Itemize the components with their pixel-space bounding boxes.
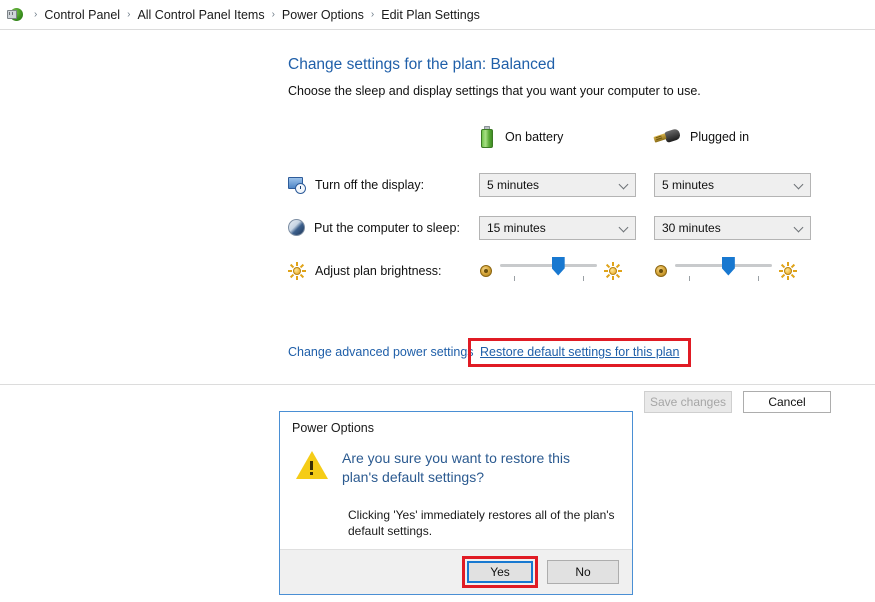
slider-thumb[interactable] bbox=[721, 256, 735, 276]
dialog-footer: Yes No bbox=[280, 549, 632, 594]
breadcrumb: › Control Panel › All Control Panel Item… bbox=[0, 0, 875, 30]
column-header-on-battery: On battery bbox=[479, 120, 654, 163]
table-row-sleep: Put the computer to sleep: 15 minutes 30… bbox=[288, 206, 829, 249]
sun-bright-icon bbox=[604, 261, 622, 280]
breadcrumb-separator: › bbox=[127, 9, 131, 20]
dropdown-display-plugged-in[interactable]: 5 minutes bbox=[654, 172, 811, 197]
sleep-moon-icon bbox=[288, 219, 305, 236]
cancel-button[interactable]: Cancel bbox=[743, 391, 831, 413]
row-label-brightness-text: Adjust plan brightness: bbox=[315, 263, 442, 278]
row-label-brightness: Adjust plan brightness: bbox=[288, 249, 479, 292]
warning-triangle-icon bbox=[296, 451, 328, 480]
slider-cell-brightness-plugged-in bbox=[654, 249, 829, 292]
breadcrumb-item-all-control-panel-items[interactable]: All Control Panel Items bbox=[132, 7, 269, 23]
table-header-row: On battery Plugged in bbox=[288, 120, 829, 163]
row-label-turn-off-display-text: Turn off the display: bbox=[315, 177, 425, 192]
dropdown-sleep-plugged-in-value: 30 minutes bbox=[662, 220, 721, 235]
dropdown-cell-display-plugged-in: 5 minutes bbox=[654, 163, 829, 206]
dialog-heading: Are you sure you want to restore this pl… bbox=[342, 450, 570, 485]
breadcrumb-separator: › bbox=[370, 9, 375, 20]
footer-separator bbox=[0, 384, 875, 385]
table-row-turn-off-display: Turn off the display: 5 minutes 5 minute… bbox=[288, 163, 829, 206]
dialog-body-text: Clicking 'Yes' immediately restores all … bbox=[348, 508, 615, 538]
row-label-sleep: Put the computer to sleep: bbox=[288, 206, 479, 249]
chevron-down-icon bbox=[620, 223, 629, 232]
power-options-dialog: Power Options Are you sure you want to r… bbox=[279, 411, 633, 595]
sun-dim-icon bbox=[654, 264, 668, 278]
chevron-down-icon bbox=[620, 180, 629, 189]
page-subtitle: Choose the sleep and display settings th… bbox=[288, 84, 701, 98]
main-content: Change settings for the plan: Balanced C… bbox=[0, 30, 875, 367]
link-restore-default-settings[interactable]: Restore default settings for this plan bbox=[480, 345, 679, 359]
dropdown-sleep-on-battery-value: 15 minutes bbox=[487, 220, 546, 235]
power-plug-icon bbox=[6, 5, 26, 25]
row-label-sleep-text: Put the computer to sleep: bbox=[314, 220, 460, 235]
battery-icon bbox=[479, 125, 495, 148]
row-label-turn-off-display: Turn off the display: bbox=[288, 163, 479, 206]
dropdown-sleep-on-battery[interactable]: 15 minutes bbox=[479, 215, 636, 240]
table-row-brightness: Adjust plan brightness: bbox=[288, 249, 829, 292]
sun-dim-icon bbox=[479, 264, 493, 278]
header-spacer bbox=[288, 120, 479, 163]
dialog-title: Power Options bbox=[292, 421, 374, 435]
power-plug-icon bbox=[653, 127, 682, 146]
yes-button[interactable]: Yes bbox=[467, 561, 533, 583]
restore-link-annotation-box: Restore default settings for this plan bbox=[468, 338, 692, 367]
link-change-advanced-power-settings[interactable]: Change advanced power settings bbox=[288, 345, 474, 359]
sun-bright-icon bbox=[779, 261, 797, 280]
slider-thumb[interactable] bbox=[551, 256, 565, 276]
column-header-plugged-in: Plugged in bbox=[653, 120, 829, 163]
footer-buttons: Save changes Cancel bbox=[644, 391, 831, 413]
sun-icon bbox=[288, 261, 306, 280]
breadcrumb-item-power-options[interactable]: Power Options bbox=[277, 7, 369, 23]
links-section: Change advanced power settings Restore d… bbox=[288, 328, 875, 367]
chevron-down-icon bbox=[795, 223, 804, 232]
slider-cell-brightness-on-battery bbox=[479, 249, 654, 292]
chevron-down-icon bbox=[795, 180, 804, 189]
no-button[interactable]: No bbox=[547, 560, 619, 584]
dropdown-sleep-plugged-in[interactable]: 30 minutes bbox=[654, 215, 811, 240]
save-changes-button[interactable]: Save changes bbox=[644, 391, 732, 413]
dropdown-display-on-battery-value: 5 minutes bbox=[487, 177, 540, 192]
dropdown-display-plugged-in-value: 5 minutes bbox=[662, 177, 715, 192]
breadcrumb-separator: › bbox=[271, 9, 275, 20]
yes-button-annotation-box: Yes bbox=[462, 556, 538, 588]
breadcrumb-separator: › bbox=[34, 9, 38, 20]
page-title: Change settings for the plan: Balanced bbox=[288, 56, 556, 73]
dialog-content: Are you sure you want to restore this pl… bbox=[280, 435, 632, 549]
power-settings-table: On battery Plugged in Turn off the displ… bbox=[288, 120, 829, 292]
column-header-on-battery-label: On battery bbox=[505, 129, 564, 144]
breadcrumb-item-edit-plan-settings[interactable]: Edit Plan Settings bbox=[376, 7, 485, 23]
slider-brightness-on-battery[interactable] bbox=[500, 256, 597, 286]
column-header-plugged-in-label: Plugged in bbox=[690, 129, 750, 144]
dropdown-display-on-battery[interactable]: 5 minutes bbox=[479, 172, 636, 197]
breadcrumb-item-control-panel[interactable]: Control Panel bbox=[39, 7, 125, 23]
dropdown-cell-sleep-on-battery: 15 minutes bbox=[479, 206, 654, 249]
slider-brightness-plugged-in[interactable] bbox=[675, 256, 772, 286]
display-clock-icon bbox=[288, 176, 306, 194]
dropdown-cell-display-on-battery: 5 minutes bbox=[479, 163, 654, 206]
dropdown-cell-sleep-plugged-in: 30 minutes bbox=[654, 206, 829, 249]
